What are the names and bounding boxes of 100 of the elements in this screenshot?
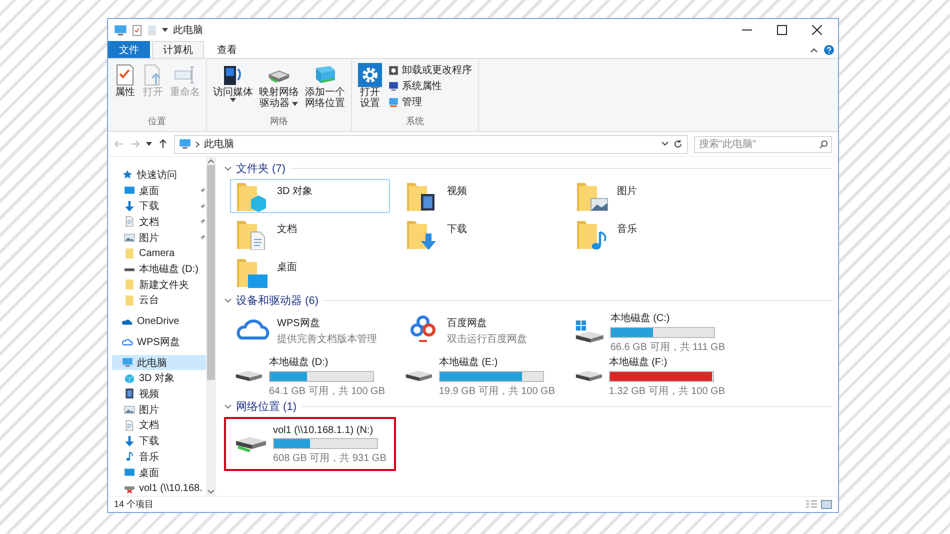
app-item[interactable]: WPS网盘 提供完善文档版本管理 xyxy=(230,311,390,345)
dropdown-caret-icon xyxy=(292,102,298,106)
maximize-icon[interactable] xyxy=(777,25,787,35)
details-view-icon[interactable] xyxy=(806,500,817,509)
folder-item[interactable]: 3D 对象 xyxy=(230,179,390,213)
folder-item[interactable]: 视频 xyxy=(400,179,560,213)
chevron-right-icon xyxy=(195,140,200,148)
nav-item[interactable]: 图片 xyxy=(112,230,206,246)
nav-item[interactable]: 音乐 xyxy=(112,448,206,465)
group-label: 位置 xyxy=(148,115,166,128)
dropdown-caret-icon xyxy=(230,98,236,102)
item-name: 百度网盘 xyxy=(447,316,488,330)
nav-item[interactable]: 本地磁盘 (D:) xyxy=(112,261,206,277)
item-name: 桌面 xyxy=(277,260,297,274)
item-description: 双击运行百度网盘 xyxy=(447,332,527,346)
nav-item[interactable]: OneDrive xyxy=(112,313,206,330)
drive-item[interactable]: 本地磁盘 (F:) 1.32 GB 可用，共 100 GB xyxy=(570,355,730,395)
nav-item[interactable]: 新建文件夹 xyxy=(112,276,206,293)
ribbon-small-button[interactable]: 卸载或更改程序 xyxy=(386,63,474,77)
up-arrow-icon[interactable] xyxy=(158,139,168,149)
folder-item[interactable]: 图片 xyxy=(570,179,730,213)
nav-item-label: 此电脑 xyxy=(137,356,168,370)
ribbon-small-button[interactable]: 系统属性 xyxy=(386,79,474,93)
music-note-icon xyxy=(124,451,135,462)
nav-item[interactable]: 桌面 xyxy=(112,464,206,480)
space-reading: 608 GB 可用，共 931 GB xyxy=(273,452,386,465)
section-header[interactable]: 设备和驱动器 (6) xyxy=(236,293,318,308)
ribbon-button[interactable]: 添加一个 网络位置 xyxy=(303,61,347,115)
nav-item[interactable]: 桌面 xyxy=(112,182,206,198)
scroll-thumb[interactable] xyxy=(207,165,215,380)
help-icon[interactable] xyxy=(824,44,834,54)
scrollbar[interactable] xyxy=(206,157,216,496)
window-title: 此电脑 xyxy=(173,24,204,37)
drive-icon xyxy=(405,368,433,382)
folder-item[interactable]: 文档 xyxy=(230,217,390,251)
nav-item-label: 下载 xyxy=(139,434,160,448)
nav-item[interactable]: 下载 xyxy=(112,198,206,214)
group-label: 网络 xyxy=(270,115,288,128)
chevron-down-icon[interactable] xyxy=(224,166,232,172)
breadcrumb[interactable]: 此电脑 xyxy=(204,137,657,151)
ribbon-tab[interactable]: 计算机 xyxy=(152,41,204,58)
nav-item[interactable]: 视频 xyxy=(112,386,206,402)
folder-item[interactable]: 桌面 xyxy=(230,255,390,289)
item-description: 提供完善文档版本管理 xyxy=(277,332,377,346)
document-icon xyxy=(124,420,135,431)
space-reading: 66.6 GB 可用，共 111 GB xyxy=(610,340,725,354)
item-name: 本地磁盘 (D:) xyxy=(268,356,330,368)
nav-item-label: 云台 xyxy=(139,294,160,308)
ribbon-tab[interactable]: 文件 xyxy=(108,41,150,58)
refresh-icon[interactable] xyxy=(673,139,683,149)
nav-item-label: OneDrive xyxy=(137,316,180,327)
close-icon[interactable] xyxy=(812,25,822,35)
monitor-icon xyxy=(124,185,135,196)
nav-item-label: 新建文件夹 xyxy=(139,278,190,292)
chevron-down-icon[interactable] xyxy=(661,141,669,147)
drive-icon xyxy=(235,368,263,382)
drive-item[interactable]: 本地磁盘 (C:) 66.6 GB 可用，共 111 GB xyxy=(570,311,730,351)
nav-item[interactable]: 文档 xyxy=(112,418,206,434)
drive-item[interactable]: 本地磁盘 (D:) 64.1 GB 可用，共 100 GB xyxy=(230,355,390,395)
ribbon-button[interactable]: 打开 设置 xyxy=(356,61,384,115)
nav-item[interactable]: 图片 xyxy=(112,402,206,418)
drive-item[interactable]: 本地磁盘 (E:) 19.9 GB 可用，共 100 GB xyxy=(400,355,560,395)
network-drive-icon xyxy=(235,436,267,452)
nav-item-label: 快速访问 xyxy=(137,168,178,182)
cloud-icon xyxy=(122,336,133,348)
box-icon xyxy=(388,64,399,76)
section-header[interactable]: 网络位置 (1) xyxy=(236,399,296,414)
nav-item-label: 本地磁盘 (D:) xyxy=(139,262,200,276)
item-name: 本地磁盘 (C:) xyxy=(610,312,671,324)
app-item[interactable]: 百度网盘 双击运行百度网盘 xyxy=(400,311,560,345)
folder-item[interactable]: 下载 xyxy=(400,217,560,251)
star-icon xyxy=(122,169,133,180)
chevron-down-icon[interactable] xyxy=(224,298,232,304)
nav-item[interactable]: 下载 xyxy=(112,433,206,449)
nav-item[interactable]: 3D 对象 xyxy=(112,370,206,386)
section-header[interactable]: 文件夹 (7) xyxy=(236,161,286,176)
ribbon-button[interactable]: 映射网络 驱动器 xyxy=(257,61,301,115)
ribbon-button[interactable]: 访问媒体 xyxy=(211,61,255,115)
ribbon-small-button[interactable]: 管理 xyxy=(386,95,474,109)
chevron-down-icon[interactable] xyxy=(224,404,232,410)
nav-item-label: 图片 xyxy=(139,232,160,245)
scroll-up-icon xyxy=(208,159,214,163)
search-field[interactable]: 搜索"此电脑" xyxy=(694,136,832,152)
drive-item[interactable]: vol1 (\\10.168.1.1) (N:) 608 GB 可用，共 931 GB xyxy=(230,424,394,464)
nav-item-label: 下载 xyxy=(139,200,160,214)
ribbon-button[interactable]: 属性 xyxy=(112,61,138,115)
chevron-up-icon[interactable] xyxy=(810,46,818,52)
nav-item[interactable]: vol1 (\\10.168. xyxy=(112,480,206,496)
address-bar[interactable]: 此电脑 xyxy=(174,134,688,154)
media-device-icon xyxy=(222,63,244,87)
nav-item[interactable]: 快速访问 xyxy=(112,167,206,183)
nav-item[interactable]: 此电脑 xyxy=(112,354,206,370)
nav-item[interactable]: Camera xyxy=(112,246,206,262)
nav-item[interactable]: WPS网盘 xyxy=(112,334,206,350)
nav-item[interactable]: 云台 xyxy=(112,292,206,308)
nav-item[interactable]: 文档 xyxy=(112,214,206,230)
folder-item[interactable]: 音乐 xyxy=(570,217,730,251)
computer-icon xyxy=(122,357,133,368)
ribbon-tab[interactable]: 查看 xyxy=(206,41,248,58)
nav-item-label: 桌面 xyxy=(139,466,160,480)
